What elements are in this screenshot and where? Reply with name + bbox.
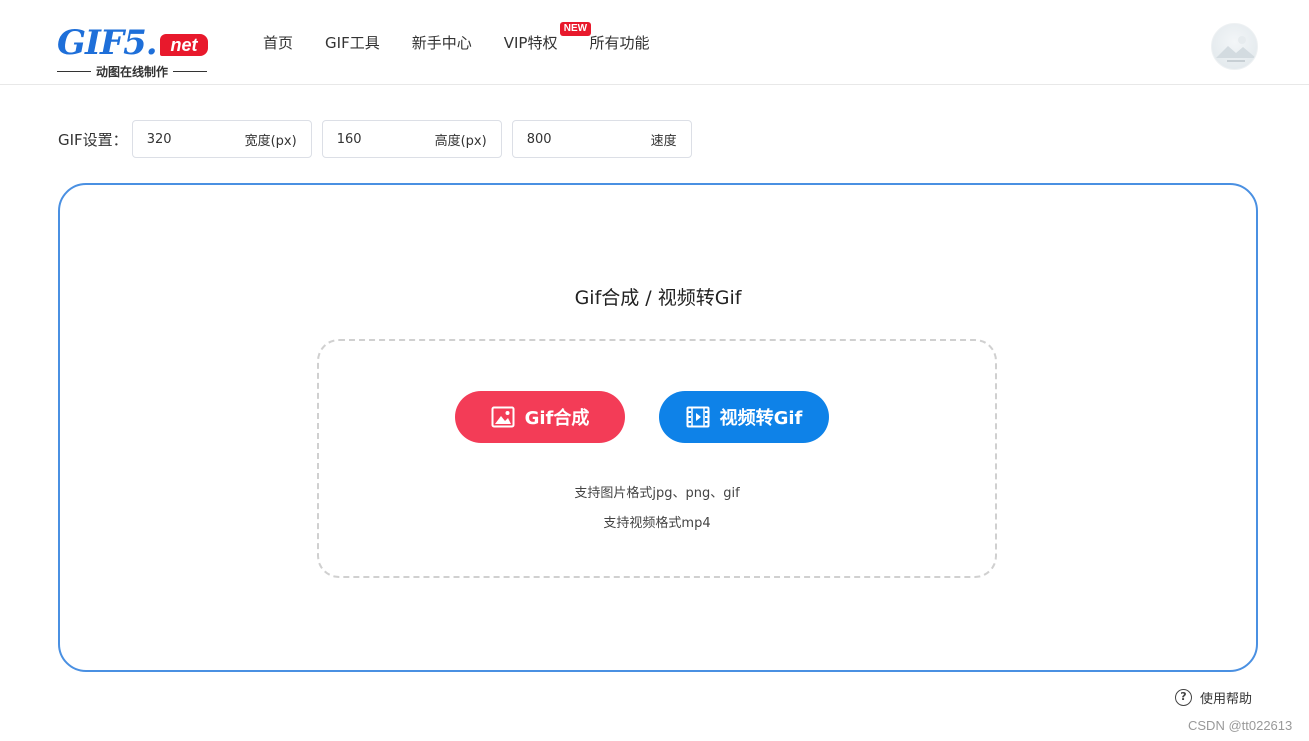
width-unit: 宽度(px) bbox=[244, 133, 297, 149]
speed-field[interactable]: 800 速度 bbox=[511, 120, 692, 158]
image-icon bbox=[491, 406, 515, 428]
video-format-hint: 支持视频格式mp4 bbox=[603, 516, 711, 531]
logo-text: GIF5. bbox=[57, 23, 158, 63]
height-field[interactable]: 160 高度(px) bbox=[321, 120, 502, 158]
image-format-hint: 支持图片格式jpg、png、gif bbox=[574, 486, 740, 501]
logo-badge: net bbox=[160, 34, 208, 56]
new-badge: NEW bbox=[559, 22, 592, 36]
panel-title: Gif合成 / 视频转Gif bbox=[574, 287, 742, 309]
height-value[interactable]: 160 bbox=[337, 132, 362, 147]
speed-unit: 速度 bbox=[650, 133, 677, 149]
user-avatar[interactable] bbox=[1211, 23, 1258, 70]
nav-item-vip-label: VIP特权 bbox=[503, 34, 558, 52]
nav-item-vip[interactable]: VIP特权 NEW bbox=[503, 22, 592, 54]
avatar-landscape-icon bbox=[1216, 36, 1256, 62]
settings-label: GIF设置： bbox=[58, 130, 128, 149]
nav-item-all-features[interactable]: 所有功能 bbox=[589, 32, 649, 54]
upload-panel: Gif合成 / 视频转Gif Gif合成 视频转Gif 支持图片格式jpg、pn… bbox=[58, 183, 1258, 672]
width-value[interactable]: 320 bbox=[147, 132, 172, 147]
film-icon bbox=[686, 406, 710, 428]
question-circle-icon: ? bbox=[1175, 689, 1192, 706]
upload-dropzone[interactable]: Gif合成 视频转Gif 支持图片格式jpg、png、gif 支持视频格式mp4 bbox=[317, 339, 997, 578]
tagline-line-right bbox=[173, 71, 208, 72]
speed-value[interactable]: 800 bbox=[527, 132, 552, 147]
gif-compose-label: Gif合成 bbox=[524, 408, 590, 429]
tagline-line-left bbox=[57, 71, 91, 72]
logo-tagline-row: 动图在线制作 bbox=[57, 63, 208, 80]
top-header: GIF5. net 动图在线制作 首页 GIF工具 新手中心 VIP特权 NEW… bbox=[0, 0, 1309, 85]
video-to-gif-label: 视频转Gif bbox=[719, 408, 803, 429]
height-unit: 高度(px) bbox=[434, 133, 487, 149]
gif-compose-button[interactable]: Gif合成 bbox=[455, 391, 625, 443]
video-to-gif-button[interactable]: 视频转Gif bbox=[659, 391, 829, 443]
help-link[interactable]: ? 使用帮助 bbox=[1175, 688, 1252, 707]
nav-item-gif-tools[interactable]: GIF工具 bbox=[325, 32, 380, 54]
main-nav: 首页 GIF工具 新手中心 VIP特权 NEW 所有功能 bbox=[263, 22, 649, 54]
help-label: 使用帮助 bbox=[1200, 692, 1253, 707]
logo-tagline: 动图在线制作 bbox=[96, 65, 169, 79]
nav-item-beginner[interactable]: 新手中心 bbox=[412, 32, 472, 54]
site-logo[interactable]: GIF5. net 动图在线制作 bbox=[57, 24, 209, 80]
width-field[interactable]: 320 宽度(px) bbox=[131, 120, 312, 158]
csdn-watermark: CSDN @tt022613 bbox=[1188, 718, 1293, 733]
gif-settings-row: GIF设置： 320 宽度(px) 160 高度(px) 800 速度 bbox=[58, 120, 702, 158]
nav-item-home[interactable]: 首页 bbox=[263, 32, 293, 54]
